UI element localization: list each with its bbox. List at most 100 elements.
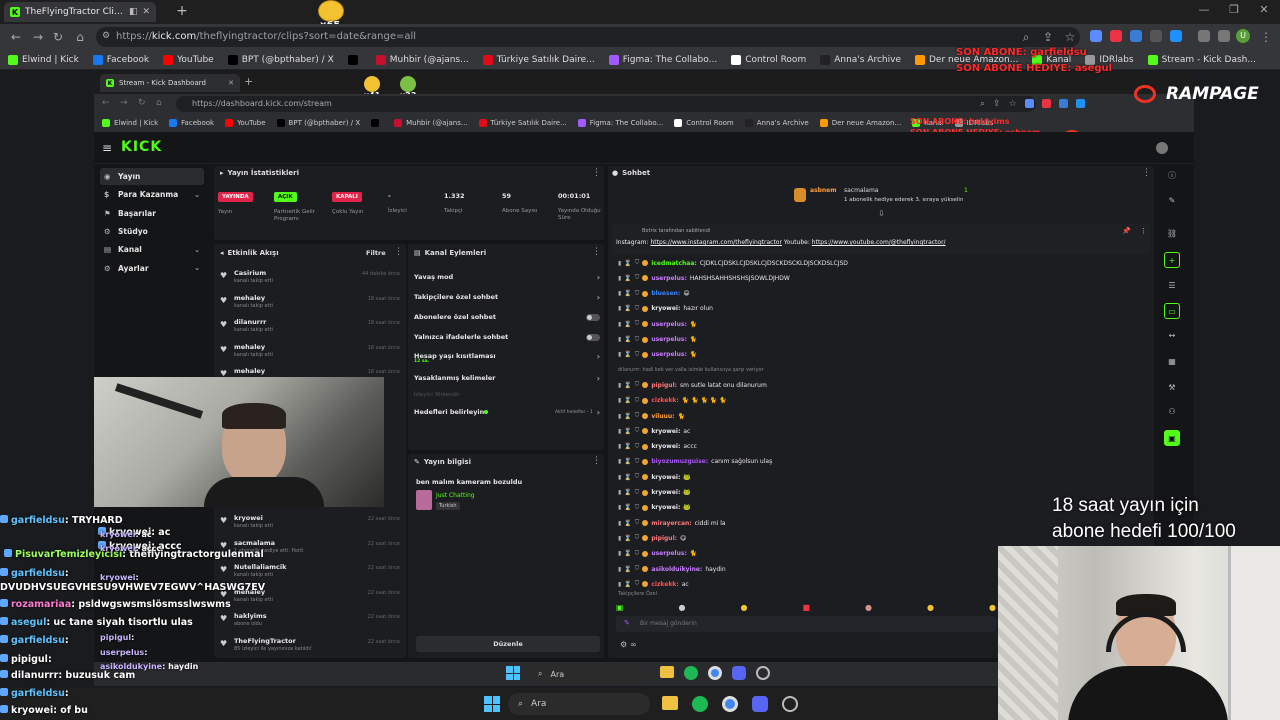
chat-username[interactable]: userpelus:	[651, 351, 687, 358]
bookmark-item[interactable]: Türkiye Satılık Daire...	[482, 54, 595, 65]
emote-icon[interactable]: ●	[679, 603, 686, 612]
inner-new-tab-button[interactable]: +	[244, 75, 253, 88]
bookmark-item[interactable]: Der neue Amazon...	[819, 119, 901, 127]
layout-icon[interactable]: ▦	[1164, 354, 1180, 370]
pinned-menu-icon[interactable]: ⋮	[1140, 227, 1147, 235]
list-icon[interactable]: ☰	[1164, 278, 1180, 294]
event-item[interactable]: ♥ Casirium kanalı takip etti 44 dakika önce	[216, 268, 402, 290]
chat-username[interactable]: kryowei:	[651, 474, 680, 481]
chat-message[interactable]: ▮ ⌛ ⛉ userpelus: 🐈	[618, 348, 1138, 362]
bookmark-item[interactable]: BPT (@bpthaber) / X	[276, 119, 360, 127]
emote-icon[interactable]: ■	[802, 603, 810, 612]
bookmark-item[interactable]: Stream - Kick Dash...	[1147, 54, 1256, 65]
mod-action-icon[interactable]: ▮	[618, 504, 621, 511]
mod-action-icon[interactable]: ⛉	[635, 290, 640, 298]
chat-message[interactable]: dilanurrr: hadi kek ver valla isimle kul…	[618, 363, 1138, 377]
chat-message[interactable]: ▮ ⌛ ⛉ userpelus: 🐈	[618, 333, 1138, 347]
mod-action-icon[interactable]: ⌛	[624, 275, 631, 282]
inner-address-bar[interactable]: https://dashboard.kick.com/stream	[176, 96, 1036, 112]
mod-action-icon[interactable]: ⌛	[624, 566, 631, 573]
chat-message[interactable]: ▮ ⌛ ⛉ icedmatchaa: CJDKLCJDSKLCJDSKLCJDSCKDS…	[618, 256, 1138, 270]
inner-back-button[interactable]: ←	[102, 98, 110, 108]
toggle-switch[interactable]	[586, 333, 600, 341]
mod-action-icon[interactable]: ▮	[618, 351, 621, 358]
event-item[interactable]: ♥ mehaley kanalı takip etti 18 saat önce	[216, 342, 402, 364]
sidebar-item-5[interactable]: ⚙ Ayarlar ⌄	[100, 260, 204, 277]
mod-action-icon[interactable]: ⌛	[624, 520, 631, 527]
chat-input[interactable]: ✎ Bir mesaj gönderin	[616, 616, 996, 632]
mod-action-icon[interactable]: ⌛	[624, 581, 631, 588]
menu-icon[interactable]: ⋮	[1258, 29, 1274, 45]
extension-icon[interactable]	[1041, 99, 1051, 108]
chat-username[interactable]: kryowei:	[651, 443, 680, 450]
spotify-icon[interactable]	[692, 696, 708, 712]
chat-username[interactable]: pipigul:	[651, 535, 677, 542]
mod-action-icon[interactable]: ⛉	[635, 458, 640, 466]
mod-action-icon[interactable]: ▮	[618, 535, 621, 542]
tab-close-icon[interactable]: ✕	[228, 79, 234, 87]
save-icon[interactable]: ▣	[1164, 430, 1180, 446]
sidebar-item-3[interactable]: ⚙ Stüdyo	[100, 223, 204, 240]
emote-icon[interactable]: ●	[989, 603, 996, 612]
mod-action-icon[interactable]: ⛉	[635, 427, 640, 435]
event-item[interactable]: ♥ mehaley kanalı takip etti 18 saat önce	[216, 293, 402, 315]
mod-action-icon[interactable]: ⛉	[635, 489, 640, 497]
channel-action-item[interactable]: Hedefleri belirleyin Aktif hedefler - 1 ›	[414, 404, 600, 420]
chat-message[interactable]: ▮ ⌛ ⛉ kryowei: 🐸	[618, 470, 1138, 484]
settings-app-icon[interactable]	[782, 696, 798, 712]
bookmark-item[interactable]: Elwind | Kick	[8, 54, 79, 65]
mod-action-icon[interactable]: ⌛	[624, 305, 631, 312]
discord-icon[interactable]	[752, 696, 768, 712]
mod-action-icon[interactable]: ⛉	[635, 504, 640, 512]
kick-logo[interactable]: KICK	[121, 139, 162, 155]
chat-message[interactable]: ▮ ⌛ ⛉ kryowei: ac	[618, 424, 1138, 438]
info-icon[interactable]: ⓘ	[1164, 168, 1180, 184]
chat-username[interactable]: kryowei:	[651, 428, 680, 435]
wrench-icon[interactable]: ⚒	[1164, 380, 1180, 396]
chat-menu-icon[interactable]: ⋮	[1142, 168, 1151, 178]
discord-icon[interactable]	[732, 666, 746, 680]
spotify-icon[interactable]	[684, 666, 698, 680]
mod-action-icon[interactable]: ▮	[618, 566, 621, 573]
settings-app-icon[interactable]	[756, 666, 770, 680]
mod-action-icon[interactable]: ⛉	[635, 381, 640, 389]
mod-action-icon[interactable]: ⛉	[635, 351, 640, 359]
chat-message[interactable]: ▮ ⌛ ⛉ biyozumuzguise: canım sağolsun ulaş	[618, 455, 1138, 469]
chat-username[interactable]: mirayercan:	[651, 520, 691, 527]
mod-action-icon[interactable]: ⌛	[624, 550, 631, 557]
mod-action-icon[interactable]: ▮	[618, 428, 621, 435]
chat-message[interactable]: ▮ ⌛ ⛉ kryowei: accc	[618, 440, 1138, 454]
chat-username[interactable]: bluesen:	[651, 290, 680, 297]
back-button[interactable]: ←	[8, 29, 24, 45]
chat-username[interactable]: cizkekk:	[651, 397, 678, 404]
reload-button[interactable]: ↻	[50, 29, 66, 45]
search-box[interactable]: ⌕ Ara	[508, 693, 650, 715]
mod-action-icon[interactable]: ⛉	[635, 274, 640, 282]
sidebar-item-1[interactable]: $ Para Kazanma ⌄	[100, 186, 204, 203]
mod-action-icon[interactable]: ⌛	[624, 351, 631, 358]
extension-icon[interactable]	[1090, 30, 1102, 42]
mod-action-icon[interactable]: ▮	[618, 520, 621, 527]
mod-action-icon[interactable]: ⌛	[624, 336, 631, 343]
chrome-icon[interactable]	[722, 696, 738, 712]
mod-action-icon[interactable]: ⛉	[635, 534, 640, 542]
event-item[interactable]: ♥ TheFlyingTractor 85 izleyici ile yayının…	[216, 636, 402, 658]
bookmark-item[interactable]: Anna's Archive	[820, 54, 901, 65]
zoom-icon[interactable]: ⌕	[1018, 29, 1034, 45]
mod-action-icon[interactable]: ⌛	[624, 290, 631, 297]
chat-message[interactable]: ▮ ⌛ ⛉ userpelus: HAHSHSAHHSHSHSJSOWLDJHDW	[618, 271, 1138, 285]
profile-avatar[interactable]: U	[1236, 29, 1250, 43]
bookmark-item[interactable]: Anna's Archive	[744, 119, 809, 127]
start-icon[interactable]	[484, 696, 500, 712]
inner-reload-button[interactable]: ↻	[138, 98, 146, 108]
mod-action-icon[interactable]: ⛉	[635, 259, 640, 267]
mod-action-icon[interactable]: ⛉	[635, 336, 640, 344]
mod-action-icon[interactable]: ⛉	[635, 443, 640, 451]
mod-action-icon[interactable]: ▮	[618, 321, 621, 328]
channel-action-item[interactable]: Yasaklanmış kelimeler ›	[414, 370, 600, 386]
chat-message[interactable]: ▮ ⌛ ⛉ pipigul: sm sutle latat onu dilanurum	[618, 378, 1138, 392]
hamburger-menu-icon[interactable]: ≡	[102, 141, 112, 155]
inner-home-button[interactable]: ⌂	[156, 98, 162, 108]
extension-icon[interactable]	[1130, 30, 1142, 42]
mod-action-icon[interactable]: ⌛	[624, 458, 631, 465]
